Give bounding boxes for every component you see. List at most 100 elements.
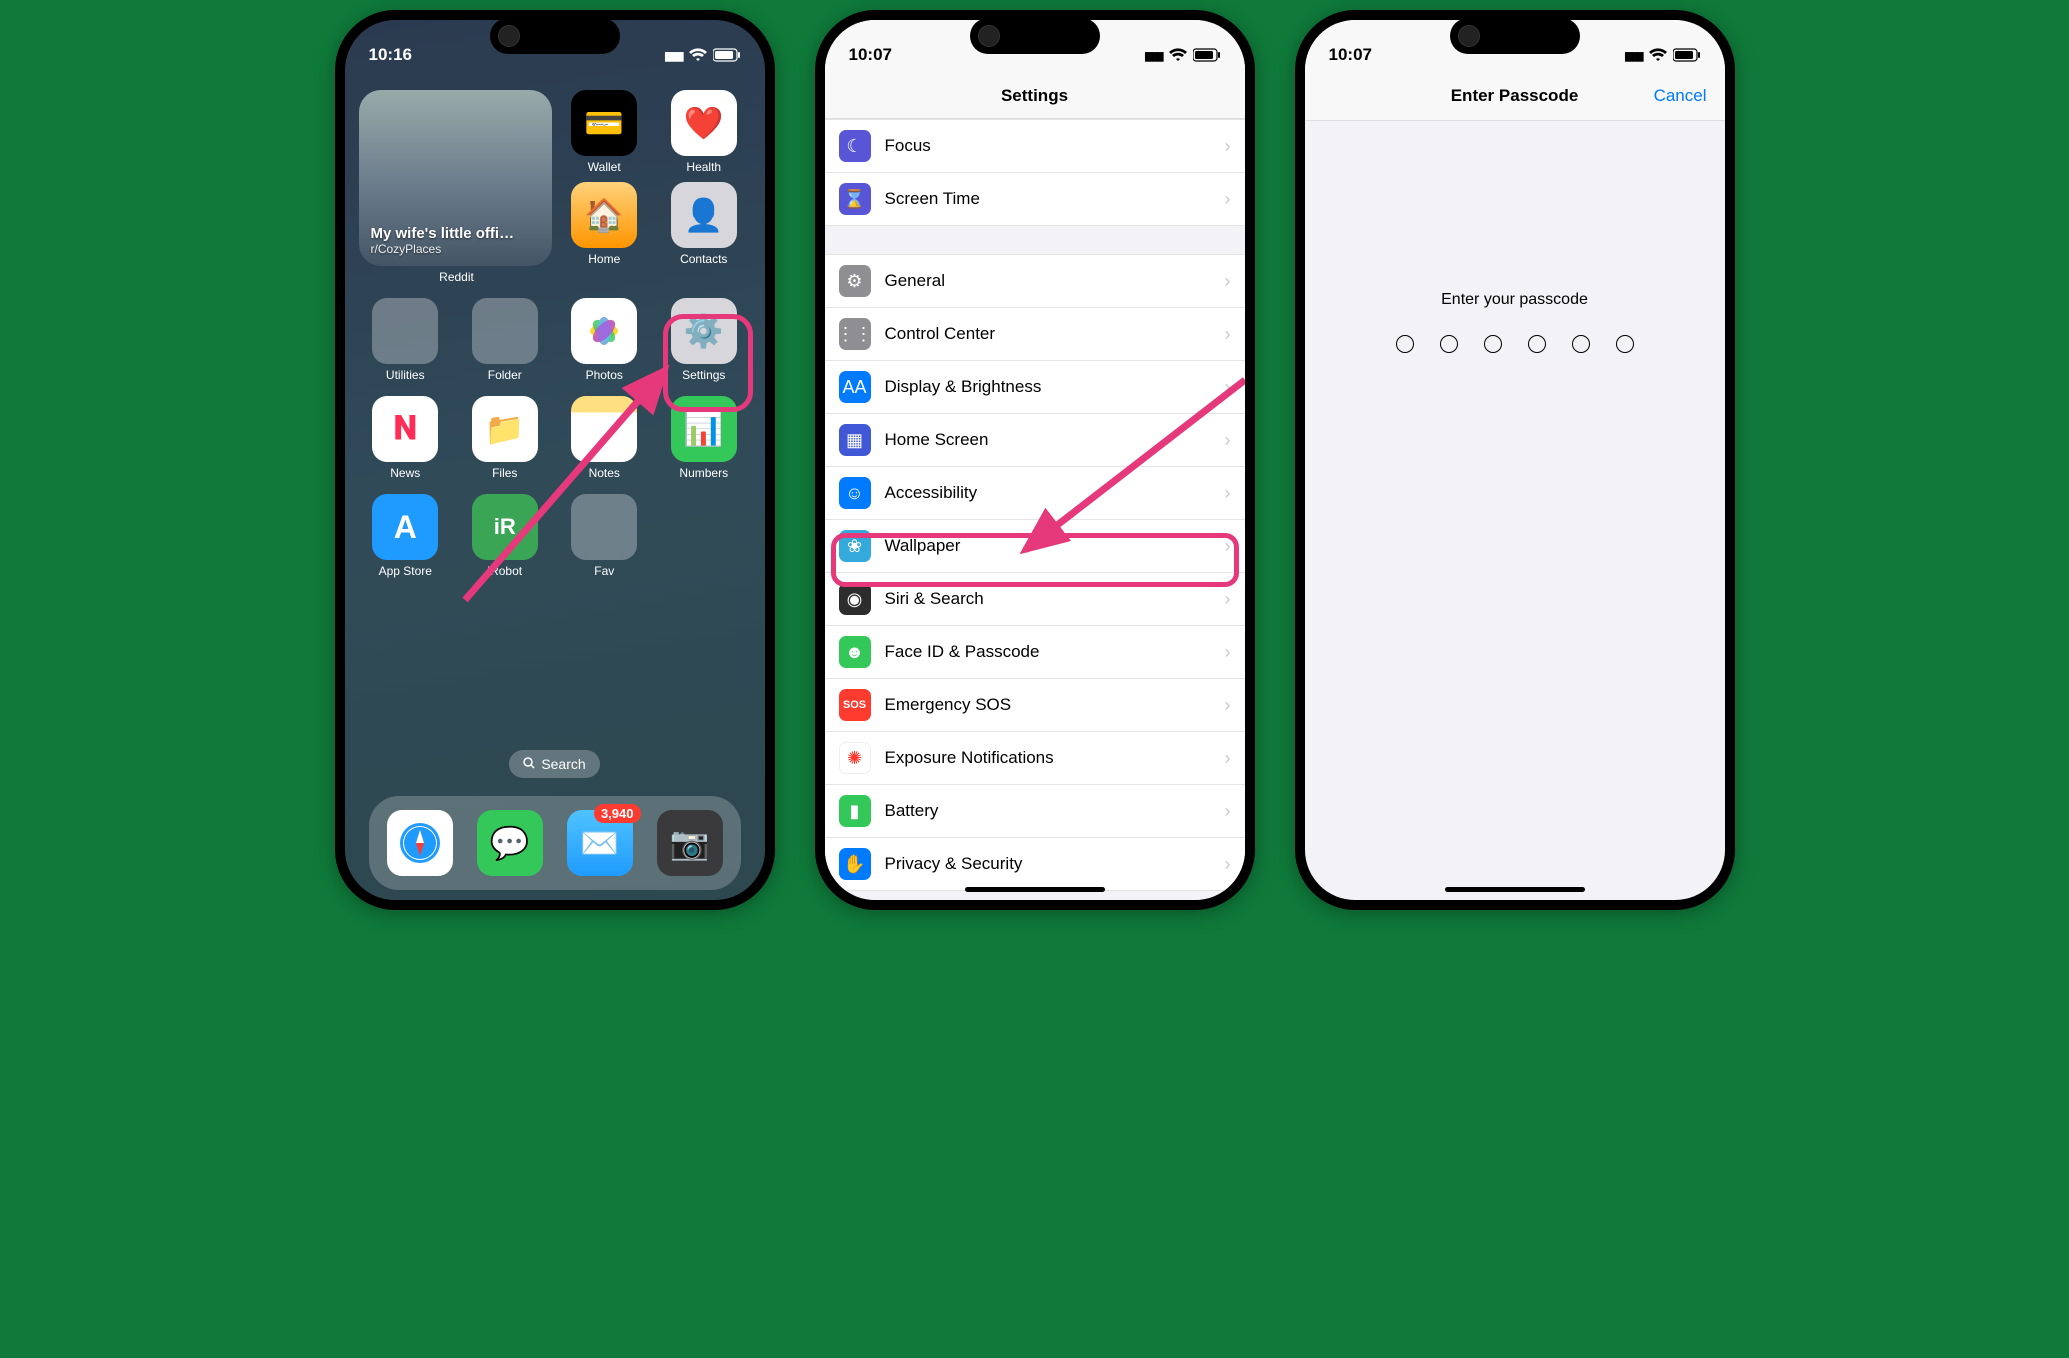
- settings-row-face-id-passcode[interactable]: ☻Face ID & Passcode›: [825, 626, 1245, 679]
- folder-generic[interactable]: Folder: [458, 298, 552, 382]
- row-label: Wallpaper: [885, 536, 961, 556]
- chevron-right-icon: ›: [1225, 854, 1231, 875]
- irobot-icon: iR: [472, 494, 538, 560]
- passcode-dots: [1396, 335, 1634, 353]
- home-row5: A App Store iR iRobot Fav: [359, 494, 751, 578]
- home-screen-icon: ▦: [839, 424, 871, 456]
- phone-passcode: 10:07 Enter Passcode Cancel Enter your p…: [1295, 10, 1735, 910]
- passcode-dot: [1616, 335, 1634, 353]
- phone-settings: 10:07 Settings ☾Focus›⌛Screen Time› ⚙︎Ge…: [815, 10, 1255, 910]
- settings-row-emergency-sos[interactable]: SOSEmergency SOS›: [825, 679, 1245, 732]
- chevron-right-icon: ›: [1225, 589, 1231, 610]
- phone-home: 10:16 My wife's little offi… r/CozyPlace…: [335, 10, 775, 910]
- folder-utilities[interactable]: Utilities: [359, 298, 453, 382]
- search-icon: [523, 756, 535, 772]
- row-label: Control Center: [885, 324, 996, 344]
- passcode-title: Enter Passcode: [1451, 86, 1579, 106]
- row-label: Screen Time: [885, 189, 980, 209]
- dock: 💬 ✉️ 3,940 📷: [369, 796, 741, 890]
- settings-row-privacy-security[interactable]: ✋Privacy & Security›: [825, 838, 1245, 890]
- app-settings[interactable]: ⚙️ Settings: [657, 298, 751, 382]
- settings-row-screen-time[interactable]: ⌛Screen Time›: [825, 173, 1245, 225]
- row-label: Emergency SOS: [885, 695, 1012, 715]
- battery-icon: [1193, 48, 1221, 62]
- settings-group-1: ☾Focus›⌛Screen Time›: [825, 119, 1245, 226]
- status-time: 10:16: [369, 45, 412, 65]
- widget-label: Reddit: [359, 270, 555, 284]
- passcode-dot: [1528, 335, 1546, 353]
- row-label: Exposure Notifications: [885, 748, 1054, 768]
- news-icon: 𝐍: [372, 396, 438, 462]
- row-label: Display & Brightness: [885, 377, 1042, 397]
- home-row3: Utilities Folder Photos ⚙️ Settings: [359, 298, 751, 382]
- passcode-dot: [1440, 335, 1458, 353]
- settings-row-battery[interactable]: ▮Battery›: [825, 785, 1245, 838]
- status-time: 10:07: [1329, 45, 1372, 65]
- spotlight-search[interactable]: Search: [509, 750, 599, 778]
- photos-icon: [571, 298, 637, 364]
- control-center-icon: ⋮⋮: [839, 318, 871, 350]
- numbers-icon: 📊: [671, 396, 737, 462]
- dock-safari[interactable]: [387, 810, 453, 876]
- settings-row-exposure-notifications[interactable]: ✺Exposure Notifications›: [825, 732, 1245, 785]
- wallet-icon: 💳: [571, 90, 637, 156]
- app-notes[interactable]: Notes: [558, 396, 652, 480]
- settings-row-siri-search[interactable]: ◉Siri & Search›: [825, 573, 1245, 626]
- home-app-icon: 🏠: [571, 182, 637, 248]
- settings-row-wallpaper[interactable]: ❀Wallpaper›: [825, 520, 1245, 573]
- health-icon: ❤️: [671, 90, 737, 156]
- passcode-dot: [1572, 335, 1590, 353]
- notes-icon: [571, 396, 637, 462]
- cancel-button[interactable]: Cancel: [1654, 86, 1707, 106]
- wifi-icon: [1169, 48, 1187, 62]
- settings-row-display-brightness[interactable]: AADisplay & Brightness›: [825, 361, 1245, 414]
- signal-icon: [1624, 45, 1642, 65]
- settings-row-accessibility[interactable]: ☺ Accessibility ›: [825, 467, 1245, 520]
- mail-badge: 3,940: [594, 804, 641, 823]
- display-brightness-icon: AA: [839, 371, 871, 403]
- chevron-right-icon: ›: [1225, 642, 1231, 663]
- wifi-icon: [1649, 48, 1667, 62]
- app-numbers[interactable]: 📊 Numbers: [657, 396, 751, 480]
- app-appstore[interactable]: A App Store: [359, 494, 453, 578]
- accessibility-icon: ☺: [839, 477, 871, 509]
- home-indicator[interactable]: [1445, 887, 1585, 892]
- status-time: 10:07: [849, 45, 892, 65]
- app-irobot[interactable]: iR iRobot: [458, 494, 552, 578]
- signal-icon: [1144, 45, 1162, 65]
- wifi-icon: [689, 48, 707, 62]
- settings-row-focus[interactable]: ☾Focus›: [825, 120, 1245, 173]
- app-contacts[interactable]: 👤 Contacts: [657, 182, 751, 266]
- app-news[interactable]: 𝐍 News: [359, 396, 453, 480]
- passcode-prompt: Enter your passcode: [1441, 291, 1588, 309]
- widget-title: My wife's little offi…: [371, 225, 540, 242]
- folder-fav[interactable]: Fav: [558, 494, 652, 578]
- settings-row-general[interactable]: ⚙︎General›: [825, 255, 1245, 308]
- contacts-icon: 👤: [671, 182, 737, 248]
- row-label: Face ID & Passcode: [885, 642, 1040, 662]
- dock-messages[interactable]: 💬: [477, 810, 543, 876]
- battery-icon: [713, 48, 741, 62]
- app-health[interactable]: ❤️ Health: [657, 90, 751, 174]
- row-label: Accessibility: [885, 483, 978, 503]
- folder-icon: [372, 298, 438, 364]
- chevron-right-icon: ›: [1225, 430, 1231, 451]
- focus-icon: ☾: [839, 130, 871, 162]
- settings-row-home-screen[interactable]: ▦Home Screen›: [825, 414, 1245, 467]
- dock-camera[interactable]: 📷: [657, 810, 723, 876]
- reddit-widget[interactable]: My wife's little offi… r/CozyPlaces: [359, 90, 552, 266]
- chevron-right-icon: ›: [1225, 189, 1231, 210]
- app-photos[interactable]: Photos: [558, 298, 652, 382]
- app-wallet[interactable]: 💳 Wallet: [558, 90, 652, 174]
- settings-row-control-center[interactable]: ⋮⋮Control Center›: [825, 308, 1245, 361]
- folder-icon: [571, 494, 637, 560]
- widget-subreddit: r/CozyPlaces: [371, 242, 540, 256]
- home-indicator[interactable]: [965, 887, 1105, 892]
- chevron-right-icon: ›: [1225, 483, 1231, 504]
- chevron-right-icon: ›: [1225, 271, 1231, 292]
- app-files[interactable]: 📁 Files: [458, 396, 552, 480]
- app-home[interactable]: 🏠 Home: [558, 182, 652, 266]
- files-icon: 📁: [472, 396, 538, 462]
- dock-mail[interactable]: ✉️ 3,940: [567, 810, 633, 876]
- dynamic-island: [970, 18, 1100, 54]
